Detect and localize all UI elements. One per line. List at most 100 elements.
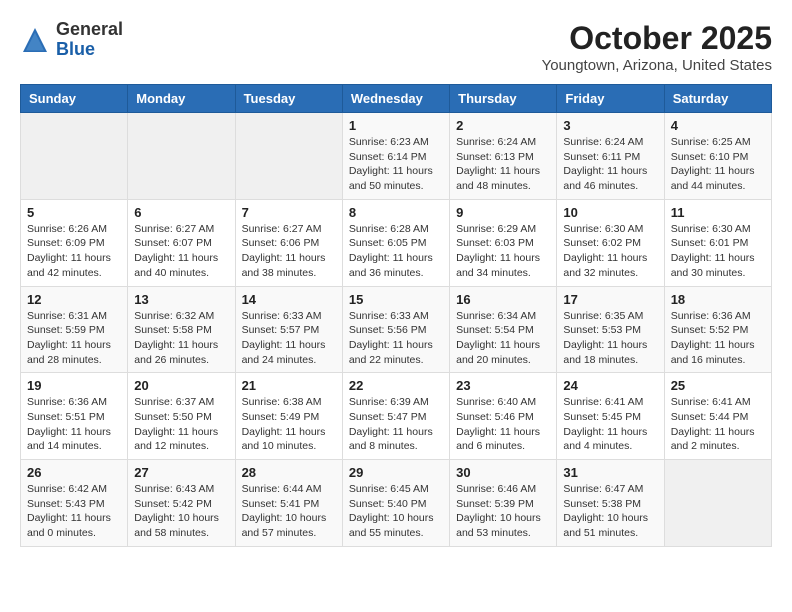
day-info: Sunrise: 6:40 AM Sunset: 5:46 PM Dayligh…	[456, 395, 550, 454]
weekday-header: Friday	[557, 85, 664, 113]
day-number: 5	[27, 205, 121, 220]
day-info: Sunrise: 6:44 AM Sunset: 5:41 PM Dayligh…	[242, 482, 336, 541]
month-title: October 2025	[542, 20, 772, 57]
weekday-header-row: SundayMondayTuesdayWednesdayThursdayFrid…	[21, 85, 772, 113]
calendar-cell: 23 Sunrise: 6:40 AM Sunset: 5:46 PM Dayli…	[450, 373, 557, 460]
day-info: Sunrise: 6:31 AM Sunset: 5:59 PM Dayligh…	[27, 309, 121, 368]
calendar-cell: 31 Sunrise: 6:47 AM Sunset: 5:38 PM Dayli…	[557, 460, 664, 547]
day-info: Sunrise: 6:33 AM Sunset: 5:56 PM Dayligh…	[349, 309, 443, 368]
day-info: Sunrise: 6:30 AM Sunset: 6:01 PM Dayligh…	[671, 222, 765, 281]
calendar-cell	[21, 113, 128, 200]
weekday-header: Monday	[128, 85, 235, 113]
day-number: 17	[563, 292, 657, 307]
day-number: 13	[134, 292, 228, 307]
day-info: Sunrise: 6:29 AM Sunset: 6:03 PM Dayligh…	[456, 222, 550, 281]
day-info: Sunrise: 6:42 AM Sunset: 5:43 PM Dayligh…	[27, 482, 121, 541]
day-number: 8	[349, 205, 443, 220]
calendar-cell: 13 Sunrise: 6:32 AM Sunset: 5:58 PM Dayli…	[128, 286, 235, 373]
calendar-cell: 21 Sunrise: 6:38 AM Sunset: 5:49 PM Dayli…	[235, 373, 342, 460]
day-number: 28	[242, 465, 336, 480]
day-number: 20	[134, 378, 228, 393]
day-number: 11	[671, 205, 765, 220]
calendar-week-row: 26 Sunrise: 6:42 AM Sunset: 5:43 PM Dayli…	[21, 460, 772, 547]
weekday-header: Sunday	[21, 85, 128, 113]
day-info: Sunrise: 6:43 AM Sunset: 5:42 PM Dayligh…	[134, 482, 228, 541]
day-number: 22	[349, 378, 443, 393]
day-info: Sunrise: 6:27 AM Sunset: 6:07 PM Dayligh…	[134, 222, 228, 281]
day-number: 24	[563, 378, 657, 393]
day-number: 27	[134, 465, 228, 480]
day-info: Sunrise: 6:41 AM Sunset: 5:44 PM Dayligh…	[671, 395, 765, 454]
day-info: Sunrise: 6:38 AM Sunset: 5:49 PM Dayligh…	[242, 395, 336, 454]
day-number: 4	[671, 118, 765, 133]
calendar-cell: 7 Sunrise: 6:27 AM Sunset: 6:06 PM Daylig…	[235, 199, 342, 286]
day-info: Sunrise: 6:45 AM Sunset: 5:40 PM Dayligh…	[349, 482, 443, 541]
day-info: Sunrise: 6:34 AM Sunset: 5:54 PM Dayligh…	[456, 309, 550, 368]
day-info: Sunrise: 6:24 AM Sunset: 6:13 PM Dayligh…	[456, 135, 550, 194]
calendar-cell: 10 Sunrise: 6:30 AM Sunset: 6:02 PM Dayli…	[557, 199, 664, 286]
calendar-cell: 18Sunrise: 6:36 AM Sunset: 5:52 PM Dayli…	[664, 286, 771, 373]
day-info: Sunrise: 6:39 AM Sunset: 5:47 PM Dayligh…	[349, 395, 443, 454]
day-info: Sunrise: 6:30 AM Sunset: 6:02 PM Dayligh…	[563, 222, 657, 281]
logo: General Blue	[20, 20, 123, 60]
calendar-cell: 14 Sunrise: 6:33 AM Sunset: 5:57 PM Dayli…	[235, 286, 342, 373]
calendar-cell: 5Sunrise: 6:26 AM Sunset: 6:09 PM Daylig…	[21, 199, 128, 286]
calendar-week-row: 19 Sunrise: 6:36 AM Sunset: 5:51 PM Dayli…	[21, 373, 772, 460]
day-info: Sunrise: 6:27 AM Sunset: 6:06 PM Dayligh…	[242, 222, 336, 281]
calendar-cell: 6 Sunrise: 6:27 AM Sunset: 6:07 PM Daylig…	[128, 199, 235, 286]
calendar-cell: 17 Sunrise: 6:35 AM Sunset: 5:53 PM Dayli…	[557, 286, 664, 373]
day-number: 14	[242, 292, 336, 307]
day-number: 7	[242, 205, 336, 220]
calendar-cell: 12 Sunrise: 6:31 AM Sunset: 5:59 PM Dayli…	[21, 286, 128, 373]
day-number: 21	[242, 378, 336, 393]
page-header: General Blue October 2025 Youngtown, Ari…	[20, 20, 772, 74]
day-number: 15	[349, 292, 443, 307]
calendar-cell: 4Sunrise: 6:25 AM Sunset: 6:10 PM Daylig…	[664, 113, 771, 200]
day-info: Sunrise: 6:41 AM Sunset: 5:45 PM Dayligh…	[563, 395, 657, 454]
calendar-cell: 1Sunrise: 6:23 AM Sunset: 6:14 PM Daylig…	[342, 113, 449, 200]
day-number: 29	[349, 465, 443, 480]
calendar-cell: 8 Sunrise: 6:28 AM Sunset: 6:05 PM Daylig…	[342, 199, 449, 286]
day-number: 6	[134, 205, 228, 220]
day-number: 12	[27, 292, 121, 307]
weekday-header: Saturday	[664, 85, 771, 113]
calendar-cell: 11 Sunrise: 6:30 AM Sunset: 6:01 PM Dayli…	[664, 199, 771, 286]
calendar-cell: 9 Sunrise: 6:29 AM Sunset: 6:03 PM Daylig…	[450, 199, 557, 286]
day-number: 30	[456, 465, 550, 480]
day-number: 31	[563, 465, 657, 480]
day-number: 9	[456, 205, 550, 220]
day-info: Sunrise: 6:28 AM Sunset: 6:05 PM Dayligh…	[349, 222, 443, 281]
day-number: 10	[563, 205, 657, 220]
weekday-header: Tuesday	[235, 85, 342, 113]
day-number: 16	[456, 292, 550, 307]
day-number: 23	[456, 378, 550, 393]
calendar-week-row: 1Sunrise: 6:23 AM Sunset: 6:14 PM Daylig…	[21, 113, 772, 200]
title-block: October 2025 Youngtown, Arizona, United …	[542, 20, 772, 74]
day-info: Sunrise: 6:36 AM Sunset: 5:51 PM Dayligh…	[27, 395, 121, 454]
calendar-cell	[128, 113, 235, 200]
day-number: 19	[27, 378, 121, 393]
weekday-header: Thursday	[450, 85, 557, 113]
day-info: Sunrise: 6:47 AM Sunset: 5:38 PM Dayligh…	[563, 482, 657, 541]
logo-text: General Blue	[56, 20, 123, 60]
calendar-cell: 16 Sunrise: 6:34 AM Sunset: 5:54 PM Dayli…	[450, 286, 557, 373]
calendar-cell: 24 Sunrise: 6:41 AM Sunset: 5:45 PM Dayli…	[557, 373, 664, 460]
calendar-cell: 27 Sunrise: 6:43 AM Sunset: 5:42 PM Dayli…	[128, 460, 235, 547]
calendar-cell: 2Sunrise: 6:24 AM Sunset: 6:13 PM Daylig…	[450, 113, 557, 200]
calendar-cell: 26 Sunrise: 6:42 AM Sunset: 5:43 PM Dayli…	[21, 460, 128, 547]
day-info: Sunrise: 6:33 AM Sunset: 5:57 PM Dayligh…	[242, 309, 336, 368]
calendar-week-row: 5Sunrise: 6:26 AM Sunset: 6:09 PM Daylig…	[21, 199, 772, 286]
logo-icon	[20, 25, 50, 55]
day-number: 3	[563, 118, 657, 133]
day-info: Sunrise: 6:37 AM Sunset: 5:50 PM Dayligh…	[134, 395, 228, 454]
calendar-cell: 15 Sunrise: 6:33 AM Sunset: 5:56 PM Dayli…	[342, 286, 449, 373]
calendar-cell	[235, 113, 342, 200]
calendar-cell: 30Sunrise: 6:46 AM Sunset: 5:39 PM Dayli…	[450, 460, 557, 547]
day-number: 25	[671, 378, 765, 393]
day-number: 26	[27, 465, 121, 480]
day-info: Sunrise: 6:32 AM Sunset: 5:58 PM Dayligh…	[134, 309, 228, 368]
calendar-cell	[664, 460, 771, 547]
calendar-cell: 3Sunrise: 6:24 AM Sunset: 6:11 PM Daylig…	[557, 113, 664, 200]
day-info: Sunrise: 6:35 AM Sunset: 5:53 PM Dayligh…	[563, 309, 657, 368]
day-info: Sunrise: 6:36 AM Sunset: 5:52 PM Dayligh…	[671, 309, 765, 368]
